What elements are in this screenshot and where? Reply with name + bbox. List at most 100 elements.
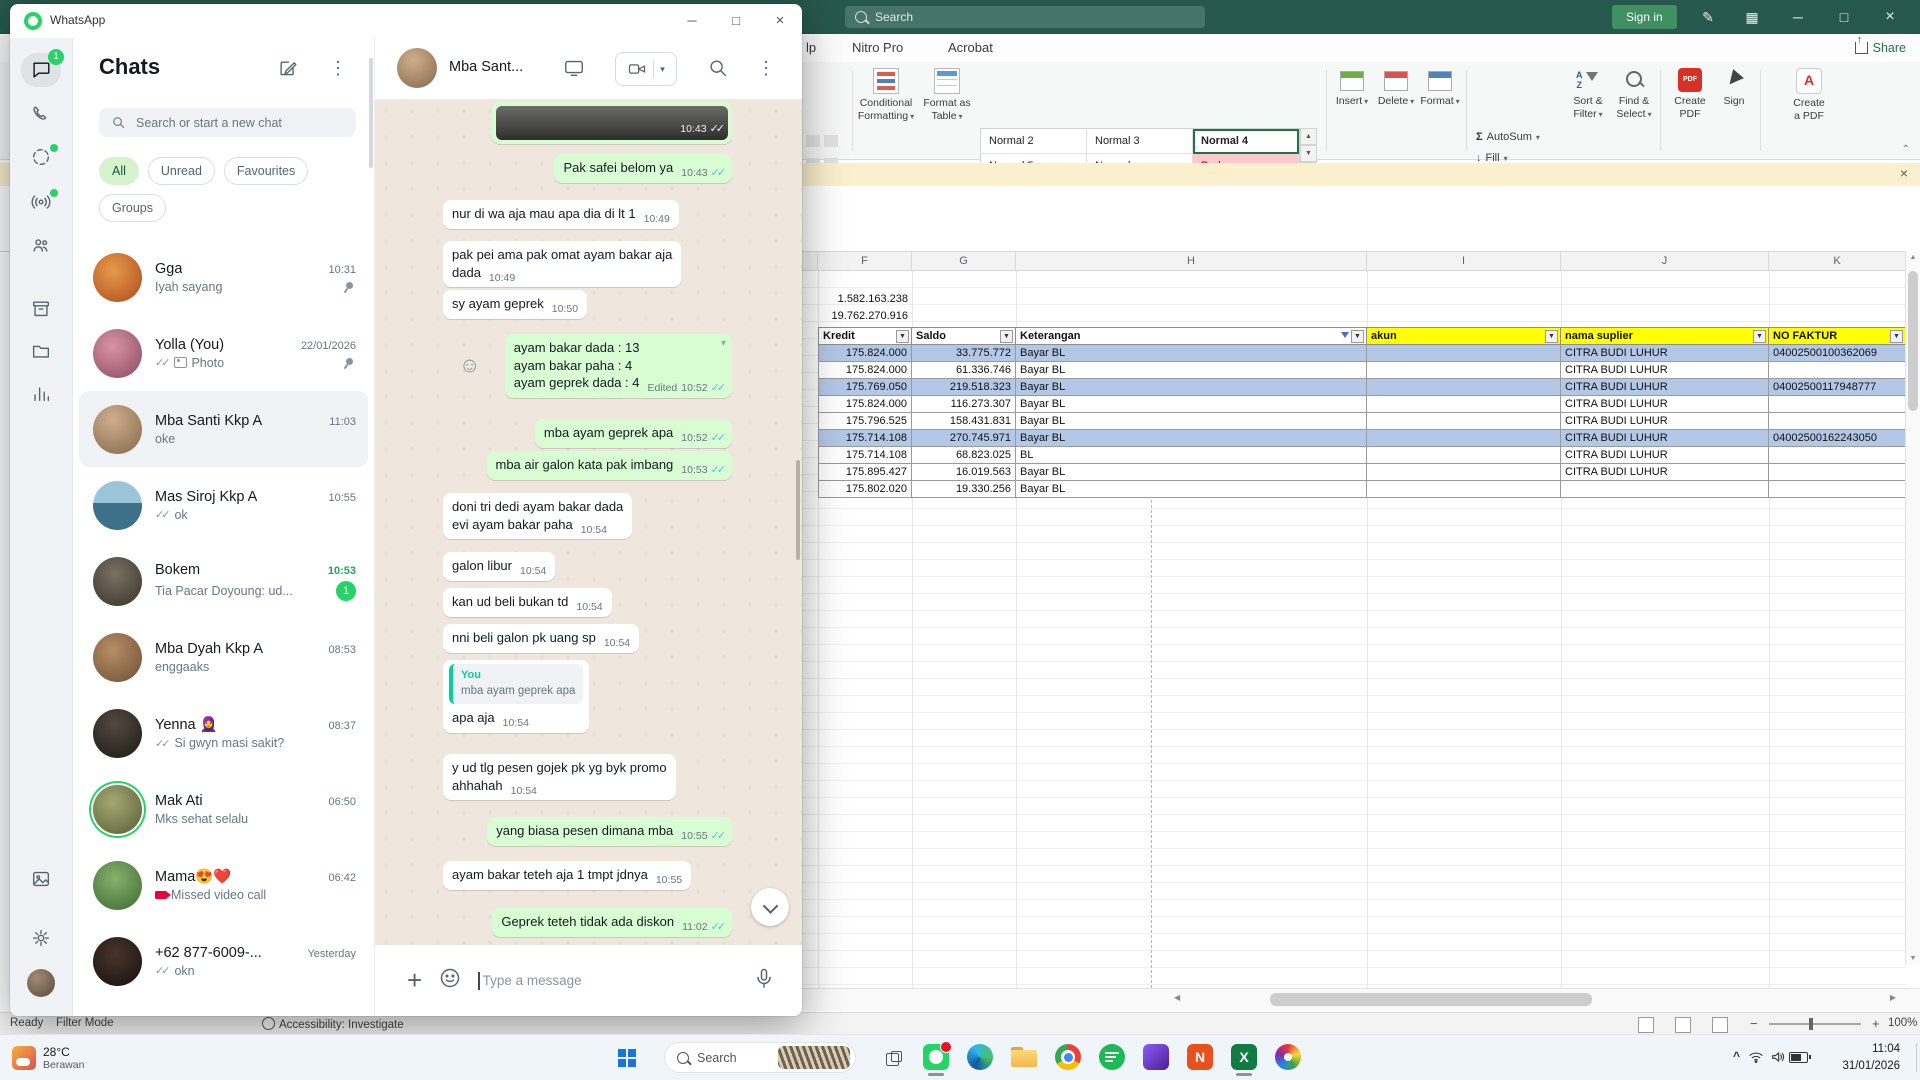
share-button[interactable]: Share bbox=[1855, 34, 1906, 62]
zoom-level[interactable]: 100% bbox=[1888, 1017, 1917, 1029]
column-header-H[interactable]: H bbox=[1016, 251, 1367, 271]
tab-help[interactable]: lp bbox=[806, 34, 816, 62]
chat-list-scrollbar[interactable] bbox=[369, 58, 373, 168]
cell[interactable]: CITRA BUDI LUHUR bbox=[1561, 413, 1769, 430]
autosum-button[interactable]: ΣAutoSum▾ bbox=[1476, 128, 1540, 146]
photos-taskbar-icon[interactable] bbox=[1268, 1037, 1308, 1077]
cell[interactable]: 04002500100362069 bbox=[1769, 345, 1906, 362]
message-bubble[interactable]: ayam bakar teteh aja 1 tmpt jdnya10:55 bbox=[443, 861, 691, 890]
cell[interactable] bbox=[1367, 362, 1561, 379]
wifi-icon[interactable] bbox=[1748, 1049, 1764, 1070]
sidebar-item-archived[interactable] bbox=[21, 292, 61, 326]
message-bubble[interactable]: kan ud beli bukan td10:54 bbox=[443, 588, 612, 617]
cell[interactable]: 61.336.746 bbox=[912, 362, 1016, 379]
weather-widget[interactable]: 28°C Berawan bbox=[6, 1038, 90, 1077]
chat-list-item[interactable]: +62 877-6009-...Yesterday✓✓okn bbox=[79, 923, 368, 999]
chat-list-item[interactable]: Gga10:31Iyah sayang bbox=[79, 239, 368, 315]
emoji-icon[interactable] bbox=[438, 966, 462, 995]
message-bubble[interactable]: mba ayam geprek apa10:52✓✓ bbox=[535, 419, 732, 448]
filter-dropdown-icon[interactable]: ▼ bbox=[1753, 330, 1766, 343]
new-chat-icon[interactable] bbox=[277, 58, 299, 85]
contact-name[interactable]: Mba Sant... bbox=[449, 59, 523, 75]
search-chats-input[interactable]: Search or start a new chat bbox=[99, 108, 356, 137]
chat-list-item[interactable]: Bokem10:53Tia Pacar Doyoung: ud...1 bbox=[79, 543, 368, 619]
cell[interactable] bbox=[1367, 413, 1561, 430]
cell[interactable]: 04002500162243050 bbox=[1769, 430, 1906, 447]
call-options-icon[interactable]: ▾ bbox=[660, 64, 665, 75]
collapse-ribbon-icon[interactable]: ⌃ bbox=[1902, 144, 1910, 155]
sidebar-item-status[interactable] bbox=[21, 140, 61, 174]
status-accessibility[interactable]: Accessibility: Investigate bbox=[262, 1017, 404, 1031]
page-break-view-icon[interactable] bbox=[1712, 1017, 1728, 1033]
cell[interactable]: Bayar BL bbox=[1016, 413, 1367, 430]
message-bubble[interactable]: sy ayam geprek10:50 bbox=[443, 290, 587, 319]
cell[interactable]: 19.330.256 bbox=[912, 481, 1016, 498]
horizontal-scroll-thumb[interactable] bbox=[1270, 993, 1592, 1006]
cell[interactable]: CITRA BUDI LUHUR bbox=[1561, 379, 1769, 396]
message-bubble[interactable]: pak pei ama pak omat ayam bakar aja dada… bbox=[443, 241, 681, 287]
chat-list-item[interactable]: Mama😍❤️06:42Missed video call bbox=[79, 847, 368, 923]
chat-list-item[interactable]: Mak Ati06:50Mks sehat selalu bbox=[79, 771, 368, 847]
message-bubble[interactable]: galon libur10:54 bbox=[443, 552, 555, 581]
search-in-chat-icon[interactable] bbox=[707, 57, 729, 84]
sidebar-item-activity[interactable] bbox=[21, 377, 61, 411]
message-menu-icon[interactable]: ▾ bbox=[721, 337, 726, 351]
zoom-slider-thumb[interactable] bbox=[1809, 1018, 1813, 1030]
horizontal-scrollbar[interactable]: ◀ ▶ bbox=[802, 988, 1920, 1011]
message-bubble[interactable]: nni beli galon pk uang sp10:54 bbox=[443, 624, 639, 653]
cell[interactable]: 175.802.020 bbox=[818, 481, 912, 498]
whatsapp-taskbar-icon[interactable] bbox=[916, 1037, 956, 1077]
cell[interactable]: CITRA BUDI LUHUR bbox=[1561, 430, 1769, 447]
menu-icon[interactable]: ⋮ bbox=[329, 58, 347, 79]
cell[interactable]: 175.714.108 bbox=[818, 447, 912, 464]
scroll-up-icon[interactable]: ▲ bbox=[1906, 254, 1920, 261]
cell[interactable] bbox=[1367, 396, 1561, 413]
cell[interactable] bbox=[1769, 362, 1906, 379]
cell-style-normal-2[interactable]: Normal 2 bbox=[981, 129, 1087, 154]
zoom-out-icon[interactable]: − bbox=[1750, 1016, 1758, 1031]
sidebar-item-profile[interactable] bbox=[21, 966, 61, 1000]
vertical-scroll-thumb[interactable] bbox=[1908, 271, 1918, 411]
minimize-button[interactable]: ─ bbox=[670, 4, 714, 38]
message-bubble[interactable]: Geprek teteh tidak ada diskon11:02✓✓ bbox=[492, 908, 732, 937]
message-bubble[interactable]: ayam bakar dada : 13 ayam bakar paha : 4… bbox=[505, 334, 732, 398]
message-bubble[interactable]: nur di wa aja mau apa dia di lt 110:49 bbox=[443, 200, 679, 229]
cell[interactable]: Bayar BL bbox=[1016, 362, 1367, 379]
attach-icon[interactable]: + bbox=[407, 965, 422, 996]
table-header-cell[interactable]: Keterangan▼ bbox=[1016, 327, 1367, 345]
column-header-J[interactable]: J bbox=[1561, 251, 1769, 271]
table-header-cell[interactable]: akun▼ bbox=[1367, 327, 1561, 345]
scroll-left-icon[interactable]: ◀ bbox=[1174, 993, 1180, 1002]
cell[interactable]: 175.714.108 bbox=[818, 430, 912, 447]
react-smiley-icon[interactable]: ☺ bbox=[459, 354, 480, 378]
cell[interactable]: 175.824.000 bbox=[818, 345, 912, 362]
filter-dropdown-icon[interactable]: ▼ bbox=[1890, 330, 1903, 343]
cell[interactable] bbox=[1367, 464, 1561, 481]
sidebar-item-channels[interactable] bbox=[21, 185, 61, 219]
table-header-cell[interactable]: Saldo▼ bbox=[912, 327, 1016, 345]
cell[interactable]: 68.823.025 bbox=[912, 447, 1016, 464]
chat-list-item[interactable]: Yolla (You)22/01/2026✓✓Photo bbox=[79, 315, 368, 391]
cell[interactable]: 158.431.831 bbox=[912, 413, 1016, 430]
clock[interactable]: 11:04 31/01/2026 bbox=[1842, 1041, 1900, 1074]
cell[interactable]: Bayar BL bbox=[1016, 396, 1367, 413]
file-explorer-taskbar-icon[interactable] bbox=[1004, 1037, 1044, 1077]
filter-dropdown-icon[interactable]: ▼ bbox=[1545, 330, 1558, 343]
conversation-menu-icon[interactable]: ⋮ bbox=[757, 58, 775, 79]
column-header-F[interactable]: F bbox=[818, 251, 912, 271]
start-button[interactable] bbox=[610, 1042, 644, 1073]
normal-view-icon[interactable] bbox=[1638, 1017, 1654, 1033]
cell[interactable]: 270.745.971 bbox=[912, 430, 1016, 447]
filter-chip-all[interactable]: All bbox=[99, 157, 139, 185]
column-header-K[interactable]: K bbox=[1769, 251, 1906, 271]
scroll-to-bottom-button[interactable] bbox=[751, 888, 789, 926]
cell[interactable]: Bayar BL bbox=[1016, 464, 1367, 481]
quoted-message[interactable]: Youmba ayam geprek apa bbox=[449, 664, 583, 704]
cell[interactable]: CITRA BUDI LUHUR bbox=[1561, 362, 1769, 379]
sidebar-item-chats[interactable]: 1 bbox=[21, 53, 61, 87]
cell[interactable] bbox=[1367, 430, 1561, 447]
table-header-cell[interactable]: Kredit▼ bbox=[818, 327, 912, 345]
cell-style-normal-4[interactable]: Normal 4 bbox=[1193, 129, 1299, 154]
sidebar-item-settings[interactable] bbox=[21, 921, 61, 955]
filter-dropdown-icon[interactable]: ▼ bbox=[896, 330, 909, 343]
